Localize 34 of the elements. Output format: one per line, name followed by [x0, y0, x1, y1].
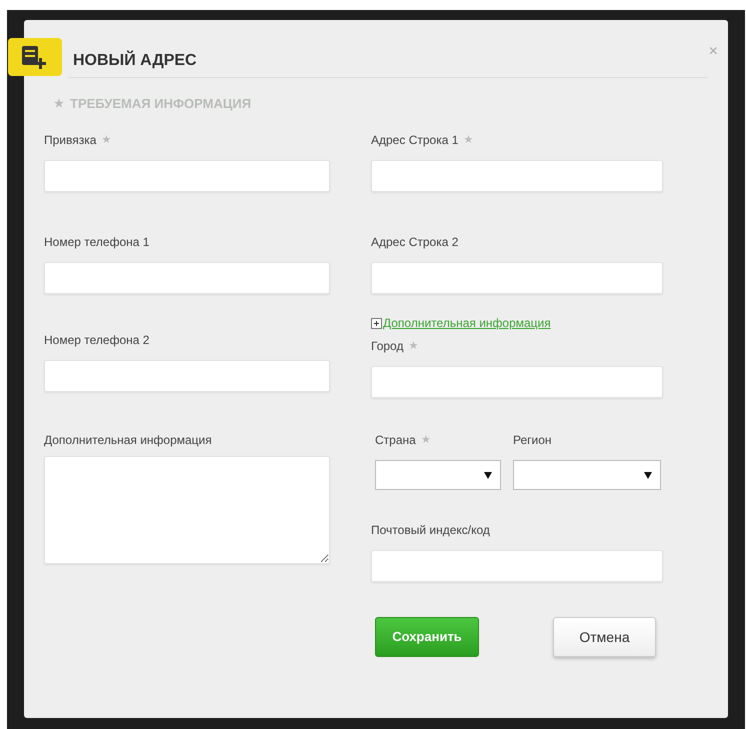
expand-icon [371, 318, 382, 328]
field-label: Адрес Строка 1 [371, 132, 458, 149]
field-label: Адрес Строка 2 [371, 234, 458, 251]
more-info-link[interactable]: Дополнительная информация [371, 314, 663, 332]
dialog-title: НОВЫЙ АДРЕС [73, 50, 197, 71]
required-star-icon: ★ [420, 432, 431, 448]
add-document-icon [8, 38, 62, 76]
input-field[interactable] [44, 262, 330, 294]
close-button[interactable]: × [704, 40, 722, 64]
field-label: Дополнительная информация [44, 432, 212, 449]
input-field[interactable] [371, 262, 663, 294]
caret-icon [484, 472, 492, 478]
field-label: Номер телефона 1 [44, 234, 150, 251]
input-field[interactable] [371, 366, 663, 398]
save-button[interactable]: Сохранить [375, 617, 479, 657]
cancel-button[interactable]: Отмена [553, 617, 656, 657]
field-label: Страна [375, 432, 416, 449]
required-star-icon: ★ [463, 132, 474, 148]
input-field[interactable] [371, 550, 663, 582]
field-label: Почтовый индекс/код [371, 522, 490, 539]
required-star-icon: ★ [101, 132, 112, 148]
field-label: Город [371, 338, 404, 355]
input-field[interactable] [44, 160, 330, 192]
input-field[interactable] [44, 360, 330, 392]
input-field[interactable] [371, 160, 663, 192]
dropdown[interactable] [513, 460, 661, 490]
required-star-icon: ★ [54, 96, 64, 112]
field-label: Регион [513, 432, 552, 449]
required-star-icon: ★ [408, 338, 418, 354]
field-label: Привязка [44, 132, 96, 149]
text-area[interactable] [44, 456, 330, 564]
dropdown[interactable] [375, 460, 501, 490]
field-label: Номер телефона 2 [44, 332, 150, 349]
caret-icon [644, 472, 652, 478]
